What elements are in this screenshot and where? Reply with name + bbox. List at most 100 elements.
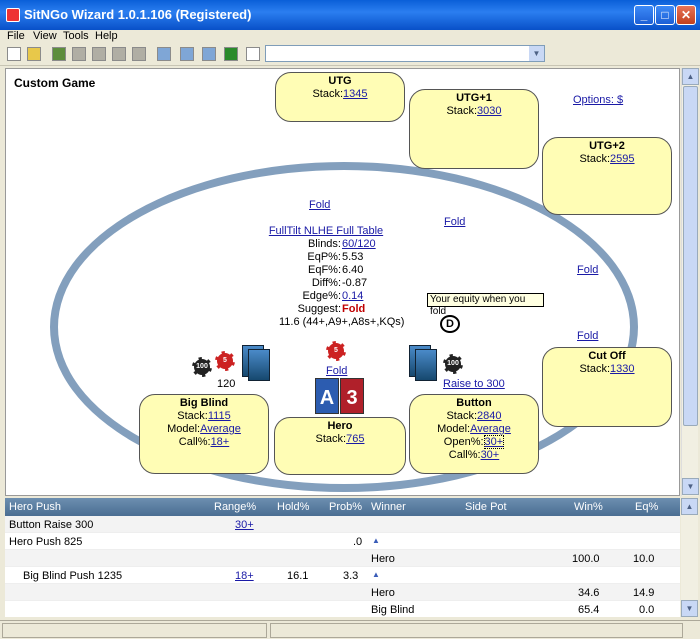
menu-bar: File View Tools Help — [0, 30, 700, 44]
title-bar: SitNGo Wizard 1.0.1.106 (Registered) _ □… — [0, 0, 700, 30]
maximize-button[interactable]: □ — [655, 5, 675, 25]
utg1-action-fold[interactable]: Fold — [444, 216, 465, 228]
stack-value[interactable]: 2595 — [610, 153, 634, 165]
table-row[interactable]: Big Blind 65.4 0.0 — [5, 601, 680, 617]
chip-icon: 5 — [326, 341, 346, 361]
menu-file[interactable]: File — [7, 30, 25, 42]
open-folder-icon[interactable] — [27, 47, 41, 61]
stack-value[interactable]: 1345 — [343, 88, 367, 100]
cell-prob: .0 — [353, 536, 363, 548]
stack-value[interactable]: 1330 — [610, 363, 634, 375]
minimize-button[interactable]: _ — [634, 5, 654, 25]
stack-label: Stack: — [177, 410, 208, 422]
close-button[interactable]: ✕ — [676, 5, 696, 25]
col-winner[interactable]: Winner — [371, 501, 406, 513]
push-range: 11.6 (44+,A9+,A8s+,KQs) — [279, 316, 405, 328]
table-row[interactable]: Hero 100.0 10.0 — [5, 550, 680, 567]
back-icon[interactable] — [72, 47, 86, 61]
table-scrollbar[interactable]: ▲ ▼ — [681, 68, 699, 496]
expand-icon[interactable]: ▲ — [372, 570, 380, 579]
paste-icon[interactable] — [180, 47, 194, 61]
cell-eq: 10.0 — [633, 553, 655, 565]
stack-value[interactable]: 1115 — [208, 410, 231, 422]
model-value[interactable]: Average — [470, 423, 511, 435]
game-title: Custom Game — [14, 76, 96, 90]
col-prob[interactable]: Prob% — [329, 501, 362, 513]
scroll-down-icon[interactable]: ▼ — [682, 478, 699, 495]
seat-hero[interactable]: Hero Stack:765 — [274, 417, 406, 475]
col-eq[interactable]: Eq% — [635, 501, 658, 513]
options-link[interactable]: Options: $ — [573, 94, 623, 106]
stop-icon[interactable] — [112, 47, 126, 61]
copy-icon[interactable] — [157, 47, 171, 61]
image-icon[interactable] — [202, 47, 216, 61]
check-icon[interactable] — [224, 47, 238, 61]
window-title: SitNGo Wizard 1.0.1.106 (Registered) — [24, 7, 252, 22]
hand-history-combo[interactable]: ▼ — [265, 45, 545, 62]
cell-range[interactable]: 18+ — [235, 570, 254, 582]
forward-icon[interactable] — [92, 47, 106, 61]
dealer-button: D — [440, 315, 460, 333]
col-range[interactable]: Range% — [214, 501, 256, 513]
col-win[interactable]: Win% — [574, 501, 603, 513]
results-table: Hero Push Range% Hold% Prob% Winner Side… — [5, 498, 680, 617]
stack-label: Stack: — [446, 410, 478, 422]
notes-icon[interactable] — [246, 47, 260, 61]
diff-label: Diff%: — [311, 277, 341, 289]
col-hold[interactable]: Hold% — [277, 501, 309, 513]
stack-value[interactable]: 765 — [346, 433, 364, 445]
utg2-action-fold[interactable]: Fold — [577, 264, 598, 276]
menu-view[interactable]: View — [33, 30, 57, 42]
call-value[interactable]: 18+ — [211, 436, 230, 448]
new-icon[interactable] — [7, 47, 21, 61]
seat-utg2[interactable]: UTG+2 Stack:2595 — [542, 137, 672, 215]
scroll-down-icon[interactable]: ▼ — [681, 600, 698, 617]
call-label: Call%: — [448, 449, 481, 461]
cell-range[interactable]: 30+ — [235, 519, 254, 531]
results-scrollbar[interactable]: ▲ ▼ — [681, 498, 698, 617]
stack-value[interactable]: 3030 — [477, 105, 501, 117]
button-action-raise[interactable]: Raise to 300 — [443, 378, 505, 390]
stack-label: Stack: — [312, 88, 344, 100]
stack-label: Stack: — [315, 433, 347, 445]
home-icon[interactable] — [52, 47, 66, 61]
seat-utg[interactable]: UTG Stack:1345 — [275, 72, 405, 122]
status-bar — [0, 620, 700, 639]
scroll-up-icon[interactable]: ▲ — [682, 68, 699, 85]
table-row[interactable]: Big Blind Push 1235 18+ 16.1 3.3 ▲ — [5, 567, 680, 584]
seat-big-blind[interactable]: Big Blind Stack:1115 Model:Average Call%… — [139, 394, 269, 474]
cutoff-action-fold[interactable]: Fold — [577, 330, 598, 342]
chevron-down-icon[interactable]: ▼ — [529, 46, 544, 61]
suggest-label: Suggest: — [297, 303, 341, 315]
refresh-icon[interactable] — [132, 47, 146, 61]
blinds-value[interactable]: 60/120 — [341, 238, 376, 251]
card-back-icon — [248, 349, 270, 381]
seat-name: UTG+2 — [589, 140, 625, 152]
hero-action-fold[interactable]: Fold — [326, 365, 347, 377]
table-row[interactable]: Hero 34.6 14.9 — [5, 584, 680, 601]
seat-cutoff[interactable]: Cut Off Stack:1330 — [542, 347, 672, 427]
scroll-thumb[interactable] — [683, 86, 698, 426]
chip-icon: 100 — [192, 357, 212, 377]
expand-icon[interactable]: ▲ — [372, 536, 380, 545]
model-value[interactable]: Average — [200, 423, 241, 435]
seat-utg1[interactable]: UTG+1 Stack:3030 — [409, 89, 539, 169]
cell-win: 100.0 — [572, 553, 600, 565]
open-value[interactable]: 30+ — [483, 435, 505, 449]
scroll-up-icon[interactable]: ▲ — [681, 498, 698, 515]
game-type-link[interactable]: FullTilt NLHE Full Table — [269, 225, 383, 237]
table-row[interactable]: Button Raise 300 30+ — [5, 516, 680, 533]
menu-help[interactable]: Help — [95, 30, 118, 42]
call-value[interactable]: 30+ — [481, 449, 500, 461]
col-side-pot[interactable]: Side Pot — [465, 501, 507, 513]
utg-action-fold[interactable]: Fold — [309, 199, 330, 211]
table-row[interactable]: Hero Push 825 .0 ▲ — [5, 533, 680, 550]
hero-card-three: 3 — [340, 378, 364, 414]
menu-tools[interactable]: Tools — [63, 30, 89, 42]
stack-value[interactable]: 2840 — [477, 410, 501, 422]
seat-name: Big Blind — [179, 397, 229, 409]
col-hero-push[interactable]: Hero Push — [9, 501, 61, 513]
cell-eq: 0.0 — [639, 604, 655, 616]
seat-button[interactable]: Button Stack:2840 Model:Average Open%:30… — [409, 394, 539, 474]
edge-value[interactable]: 0.14 — [341, 290, 363, 303]
